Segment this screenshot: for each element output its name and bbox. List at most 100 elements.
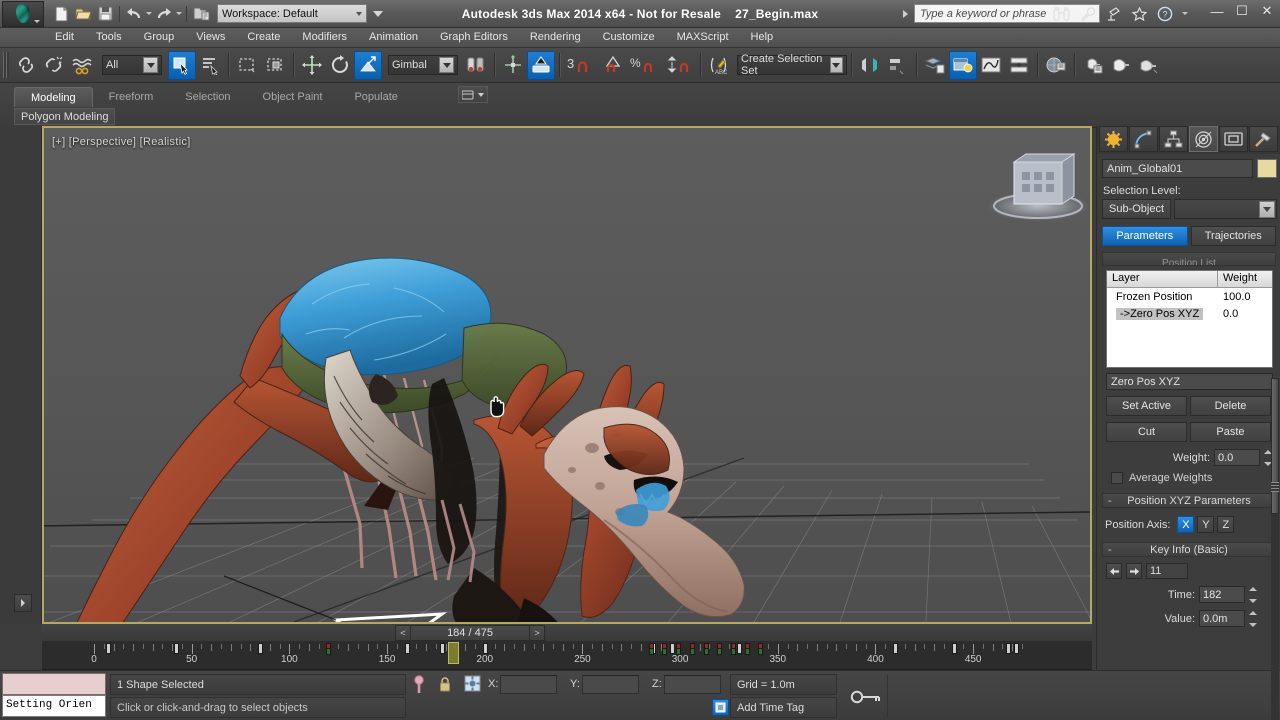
selection-lock-icon[interactable] [412,675,426,695]
minimize-button[interactable]: — [1210,4,1224,19]
time-field[interactable]: 182 [1199,586,1245,603]
edit-named-selection-sets-icon[interactable]: ABC [705,51,733,80]
sub-object-combo[interactable] [1174,199,1277,219]
reference-coordinate-system-combo[interactable]: Gimbal [388,55,458,75]
menu-item-rendering[interactable]: Rendering [519,28,592,47]
time-spinner[interactable] [1249,587,1258,603]
utilities-tab-icon[interactable] [1249,126,1278,152]
tab-modeling[interactable]: Modeling [14,87,93,107]
use-center-flyout-icon[interactable] [462,51,490,80]
position-list-listbox[interactable]: Layer Weight Frozen Position 100.0 ->Zer… [1106,270,1273,368]
sub-object-button[interactable]: Sub-Object [1102,199,1171,219]
mirror-icon[interactable] [856,51,884,80]
next-key-icon[interactable] [1126,563,1142,579]
snaps-toggle-3d-icon[interactable] [527,51,555,80]
motion-tab-icon[interactable] [1189,126,1218,152]
paste-button[interactable]: Paste [1190,422,1271,442]
tab-populate[interactable]: Populate [338,87,413,107]
rendered-frame-window-icon[interactable] [1107,51,1135,80]
select-object-icon[interactable] [168,51,196,80]
toolbar-grip[interactable] [3,52,9,78]
angle-snap-toggle-icon[interactable]: 3 [564,51,598,80]
value-field[interactable]: 0.0m [1199,610,1245,627]
render-setup-icon[interactable] [1079,51,1107,80]
time-cursor[interactable] [448,642,459,664]
key-marker[interactable] [1014,643,1019,654]
help-dropdown-icon[interactable] [1182,12,1188,15]
wrench-icon[interactable] [1078,4,1096,23]
star-icon[interactable] [1130,4,1148,23]
absolute-relative-transform-icon[interactable] [464,675,481,692]
menu-item-tools[interactable]: Tools [85,28,133,47]
key-marker-green[interactable] [704,648,709,655]
key-marker[interactable] [405,643,410,654]
redo-dropdown-icon[interactable] [176,12,182,15]
named-selection-sets-combo[interactable]: Create Selection Set [737,55,847,75]
parameters-button[interactable]: Parameters [1102,226,1188,246]
open-file-icon[interactable] [73,4,93,24]
axis-button-x[interactable]: X [1177,516,1194,533]
key-marker-green[interactable] [649,648,654,655]
previous-key-icon[interactable] [1106,563,1122,579]
create-tab-icon[interactable] [1099,126,1128,152]
set-project-folder-icon[interactable] [191,4,211,24]
percent-snap-toggle-icon[interactable]: % [628,51,662,80]
key-marker-green[interactable] [745,648,750,655]
key-info-rollout-header[interactable]: - Key Info (Basic) [1102,542,1276,557]
menu-item-group[interactable]: Group [133,28,186,47]
track-bar-ruler[interactable]: 050100150200250300350400450 [42,642,1092,670]
redo-icon[interactable] [154,4,174,24]
menu-item-maxscript[interactable]: MAXScript [666,28,740,47]
key-marker[interactable] [258,643,263,654]
key-marker[interactable] [1006,643,1011,654]
display-tab-icon[interactable] [1219,126,1248,152]
key-marker[interactable] [893,643,898,654]
key-marker-green[interactable] [731,648,736,655]
material-editor-icon[interactable] [1042,51,1070,80]
tab-freeform[interactable]: Freeform [93,87,170,107]
key-marker-green[interactable] [662,648,667,655]
select-and-move-icon[interactable] [298,51,326,80]
key-marker[interactable] [737,643,742,654]
undo-dropdown-icon[interactable] [146,12,152,15]
key-marker[interactable] [483,643,488,654]
binoculars-icon[interactable] [1052,4,1070,23]
list-item[interactable]: Frozen Position 100.0 [1107,288,1272,305]
weight-field[interactable]: 0.0 [1214,449,1260,466]
key-marker[interactable] [670,643,675,654]
viewport-label[interactable]: [+] [Perspective] [Realistic] [52,136,191,148]
select-and-link-icon[interactable] [12,51,40,80]
time-slider-handle[interactable]: < 184 / 475 > [395,625,545,641]
delete-button[interactable]: Delete [1190,396,1271,416]
object-color-swatch[interactable] [1257,159,1277,178]
select-and-scale-icon[interactable] [354,51,382,80]
key-marker-green[interactable] [326,648,331,655]
key-marker-green[interactable] [690,648,695,655]
cut-button[interactable]: Cut [1106,422,1187,442]
menu-item-modifiers[interactable]: Modifiers [291,28,358,47]
render-production-icon[interactable] [1135,51,1163,80]
position-list-rollout-header[interactable]: Position List [1102,252,1276,266]
menu-item-graph-editors[interactable]: Graph Editors [429,28,519,47]
scrollbar-grip[interactable] [1271,482,1279,492]
modify-tab-icon[interactable] [1129,126,1158,152]
menu-item-animation[interactable]: Animation [358,28,429,47]
previous-frame-arrow[interactable]: < [395,625,411,641]
menu-item-create[interactable]: Create [236,28,291,47]
layer-manager-icon[interactable] [921,51,949,80]
average-weights-checkbox[interactable] [1111,472,1123,484]
unlink-selection-icon[interactable] [40,51,68,80]
select-and-manipulate-icon[interactable] [499,51,527,80]
trajectories-button[interactable]: Trajectories [1191,226,1277,246]
tab-selection[interactable]: Selection [169,87,246,107]
add-time-tag[interactable]: Add Time Tag [730,697,837,718]
key-marker[interactable] [440,643,445,654]
list-item[interactable]: ->Zero Pos XYZ 0.0 [1107,305,1272,322]
toggle-scene-explorer-icon[interactable] [949,51,977,80]
lamp-icon[interactable] [1104,4,1122,23]
key-marker[interactable] [174,643,179,654]
position-xyz-rollout-header[interactable]: - Position XYZ Parameters [1102,493,1276,508]
workspace-selector[interactable]: Workspace: Default [217,4,367,23]
tab-object-paint[interactable]: Object Paint [247,87,339,107]
command-panel-scrollbar[interactable] [1271,378,1279,720]
